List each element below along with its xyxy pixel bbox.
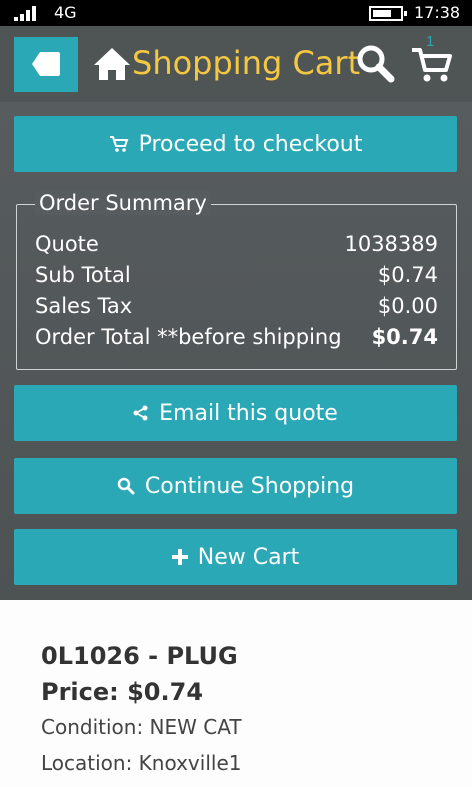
network-type: 4G [54, 3, 77, 22]
search-icon[interactable] [356, 44, 396, 84]
cart-count-badge: 1 [426, 33, 435, 50]
status-bar: 4G 17:38 [0, 0, 472, 26]
share-icon [133, 405, 148, 421]
back-button[interactable] [14, 37, 78, 92]
checkout-label: Proceed to checkout [138, 131, 363, 157]
summary-row-subtotal: Sub Total $0.74 [35, 263, 438, 293]
summary-row-order-total: Order Total **before shipping $0.74 [35, 325, 438, 355]
new-cart-button[interactable]: New Cart [14, 529, 457, 585]
item-location: Location: Knoxville1 [41, 751, 242, 775]
clock: 17:38 [414, 3, 461, 22]
continue-shopping-label: Continue Shopping [144, 473, 355, 499]
continue-shopping-button[interactable]: Continue Shopping [14, 458, 457, 514]
item-condition: Condition: NEW CAT [41, 715, 242, 739]
item-price: Price: $0.74 [41, 678, 204, 706]
summary-value: $0.00 [377, 294, 438, 318]
summary-label: Sub Total [35, 263, 131, 287]
cart-icon[interactable] [410, 44, 454, 84]
checkout-button[interactable]: Proceed to checkout [14, 116, 457, 172]
summary-label: Sales Tax [35, 294, 133, 318]
page-title: Shopping Cart [132, 44, 361, 82]
summary-row-quote: Quote 1038389 [35, 232, 438, 262]
search-small-icon [117, 477, 135, 495]
cart-item[interactable]: 0L1026 - PLUG Price: $0.74 Condition: NE… [0, 624, 472, 787]
app-header: Shopping Cart 1 [0, 26, 472, 102]
plus-icon [171, 549, 188, 565]
back-tag-icon [32, 52, 60, 76]
email-quote-button[interactable]: Email this quote [14, 385, 457, 441]
cart-small-icon [109, 136, 128, 152]
summary-value: 1038389 [344, 232, 438, 256]
home-icon[interactable] [92, 46, 132, 82]
email-quote-label: Email this quote [159, 400, 338, 426]
battery-icon [369, 6, 407, 21]
cart-panel: Proceed to checkout Order Summary Quote … [0, 102, 472, 600]
summary-label: Quote [35, 232, 99, 256]
summary-row-sales-tax: Sales Tax $0.00 [35, 294, 438, 324]
item-title: 0L1026 - PLUG [41, 642, 238, 670]
order-summary: Order Summary Quote 1038389 Sub Total $0… [16, 191, 457, 370]
signal-strength-icon [14, 5, 42, 21]
summary-label: Order Total **before shipping [35, 325, 342, 349]
order-summary-legend: Order Summary [35, 191, 211, 215]
summary-value: $0.74 [371, 325, 438, 349]
summary-value: $0.74 [377, 263, 438, 287]
new-cart-label: New Cart [197, 544, 300, 570]
